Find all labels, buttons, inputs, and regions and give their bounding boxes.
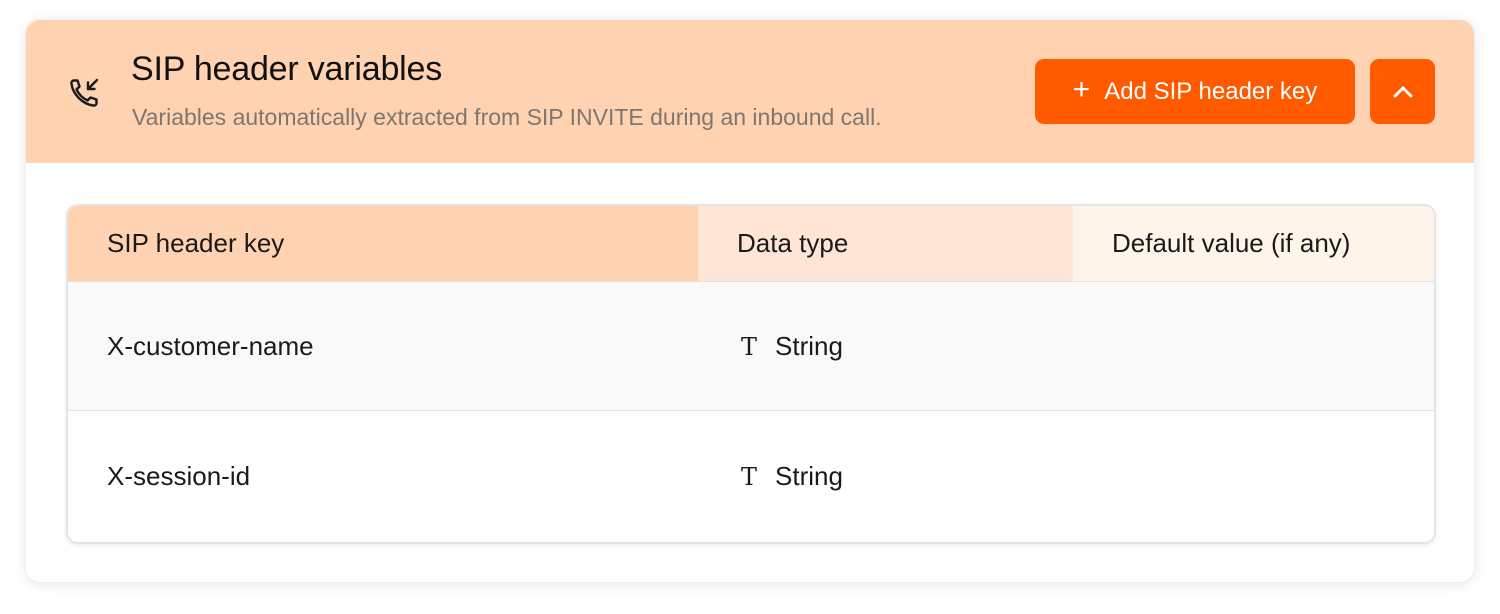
phone-incoming-icon xyxy=(70,78,99,107)
data-type-cell: T String xyxy=(737,282,843,411)
add-button-label: Add SIP header key xyxy=(1104,77,1318,105)
sip-header-variables-card: SIP header variables Variables automatic… xyxy=(26,20,1474,582)
text-type-icon: T xyxy=(740,332,757,361)
table-header: SIP header key Data type Default value (… xyxy=(68,206,1434,282)
text-type-icon: T xyxy=(740,462,757,491)
card-header: SIP header variables Variables automatic… xyxy=(26,20,1474,163)
add-sip-header-key-button[interactable]: + Add SIP header key xyxy=(1035,59,1355,124)
page-title: SIP header variables xyxy=(131,50,443,88)
header-key-cell: X-session-id xyxy=(107,461,251,491)
table-row[interactable]: X-customer-name T String xyxy=(68,282,1434,411)
sip-header-table: SIP header key Data type Default value (… xyxy=(66,204,1436,544)
header-key-cell: X-customer-name xyxy=(107,331,314,361)
data-type-label: String xyxy=(775,331,843,361)
table-row[interactable]: X-session-id T String xyxy=(68,412,1434,541)
column-header-default-value: Default value (if any) xyxy=(1073,206,1434,281)
chevron-up-icon xyxy=(1393,86,1412,97)
column-header-data-type: Data type xyxy=(698,206,1073,281)
collapse-button[interactable] xyxy=(1370,59,1435,124)
data-type-cell: T String xyxy=(737,412,843,541)
page-subtitle: Variables automatically extracted from S… xyxy=(132,104,882,130)
plus-icon: + xyxy=(1072,73,1091,106)
data-type-label: String xyxy=(775,461,843,491)
column-header-key: SIP header key xyxy=(68,206,698,281)
